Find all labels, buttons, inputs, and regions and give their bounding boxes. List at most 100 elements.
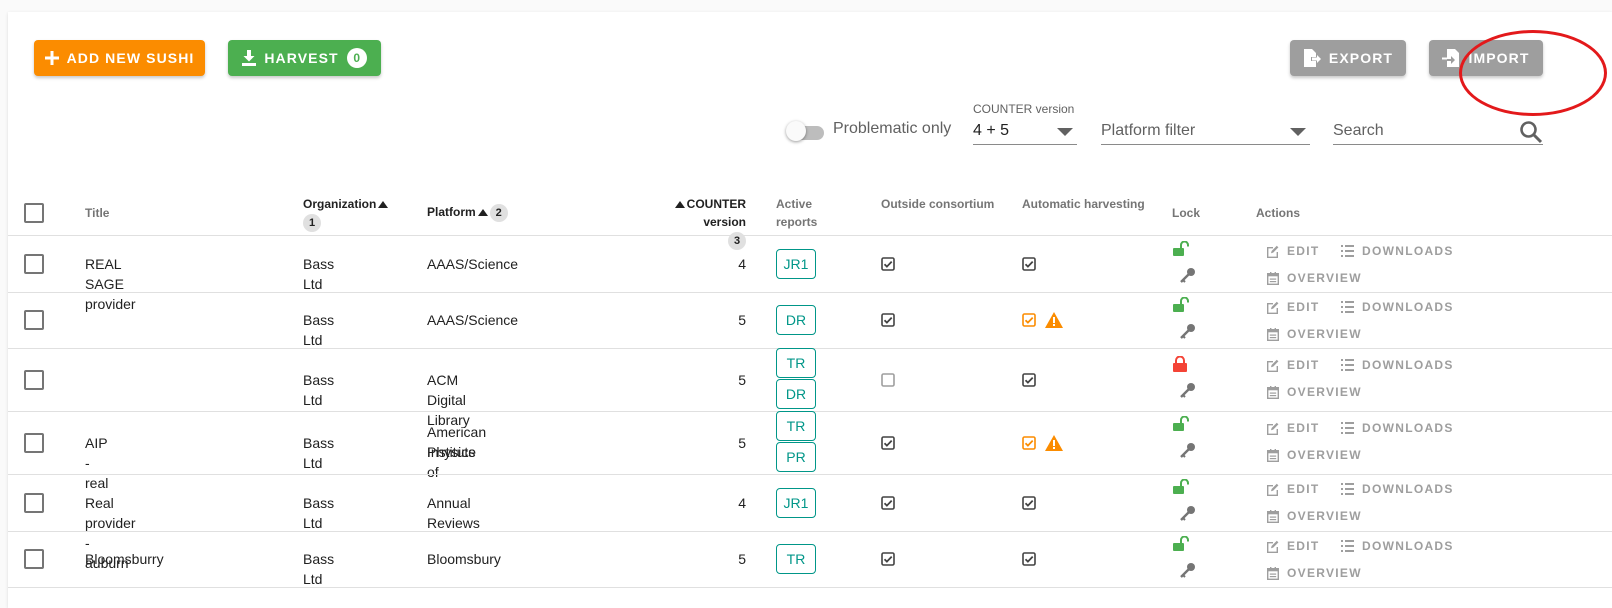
downloads-button[interactable]: Downloads xyxy=(1341,300,1454,314)
list-icon xyxy=(1341,301,1354,313)
sort-order-badge: 1 xyxy=(303,213,321,232)
lock-open-icon[interactable] xyxy=(1173,478,1189,500)
search-input[interactable]: Search xyxy=(1333,102,1543,145)
platform-filter-select[interactable]: Platform filter xyxy=(1101,102,1310,145)
row-checkbox[interactable] xyxy=(24,493,44,513)
downloads-button[interactable]: Downloads xyxy=(1341,421,1454,435)
edit-label: Edit xyxy=(1287,244,1320,258)
downloads-button[interactable]: Downloads xyxy=(1341,539,1454,553)
downloads-button[interactable]: Downloads xyxy=(1341,482,1454,496)
lock-open-icon[interactable] xyxy=(1173,415,1189,437)
lock-open-icon[interactable] xyxy=(1173,535,1189,557)
edit-button[interactable]: Edit xyxy=(1266,358,1320,372)
edit-icon xyxy=(1266,422,1279,435)
overview-button[interactable]: Overview xyxy=(1267,509,1362,523)
problematic-only-label: Problematic only xyxy=(833,120,952,137)
downloads-button[interactable]: Downloads xyxy=(1341,358,1454,372)
overview-button[interactable]: Overview xyxy=(1267,327,1362,341)
add-new-sushi-button[interactable]: Add new SUSHI xyxy=(34,40,205,76)
lock-open-icon[interactable] xyxy=(1173,296,1189,318)
header-active-line2: reports xyxy=(776,215,818,229)
list-icon xyxy=(1341,540,1354,552)
row-platform: ACM Digital Library xyxy=(427,372,470,428)
header-counter-version[interactable]: COUNTER version 3 xyxy=(636,195,746,250)
downloads-label: Downloads xyxy=(1362,482,1454,496)
edit-label: Edit xyxy=(1287,358,1320,372)
edit-button[interactable]: Edit xyxy=(1266,482,1320,496)
row-counter-version: 5 xyxy=(738,435,746,451)
header-automatic-harvesting[interactable]: Automatic harvesting xyxy=(1022,195,1145,213)
header-title[interactable]: Title xyxy=(85,204,109,222)
edit-label: Edit xyxy=(1287,482,1320,496)
overview-label: Overview xyxy=(1287,385,1362,399)
overview-label: Overview xyxy=(1287,509,1362,523)
header-outside-consortium[interactable]: Outside consortium xyxy=(881,195,994,213)
chevron-down-icon xyxy=(1290,128,1306,136)
row-platform: AAAS/Science xyxy=(427,312,519,328)
overview-button[interactable]: Overview xyxy=(1267,271,1362,285)
counter-version-select[interactable]: COUNTER version 4 + 5 xyxy=(973,102,1077,145)
header-organization[interactable]: Organization 1 xyxy=(303,195,390,232)
edit-button[interactable]: Edit xyxy=(1266,421,1320,435)
row-divider xyxy=(8,531,1612,532)
row-checkbox[interactable] xyxy=(24,310,44,330)
header-actions: Actions xyxy=(1256,206,1301,220)
edit-button[interactable]: Edit xyxy=(1266,300,1320,314)
automatic-harvesting-checked-icon xyxy=(1022,313,1036,327)
select-all-checkbox[interactable] xyxy=(24,203,44,223)
downloads-label: Downloads xyxy=(1362,421,1454,435)
automatic-harvesting-checked-icon xyxy=(1022,257,1036,271)
platform-filter-placeholder: Platform filter xyxy=(1101,122,1196,139)
row-checkbox[interactable] xyxy=(24,254,44,274)
outside-consortium-unchecked-icon xyxy=(881,373,895,387)
downloads-button[interactable]: Downloads xyxy=(1341,244,1454,258)
row-organization: Bass Ltd xyxy=(303,312,335,348)
key-icon[interactable] xyxy=(1180,562,1196,583)
row-divider xyxy=(8,292,1612,293)
key-icon[interactable] xyxy=(1180,382,1196,403)
row-platform: AAAS/Science xyxy=(427,256,519,272)
edit-label: Edit xyxy=(1287,300,1320,314)
problematic-only-toggle[interactable] xyxy=(786,121,826,141)
row-checkbox[interactable] xyxy=(24,433,44,453)
report-chip-dr: DR xyxy=(776,379,816,409)
row-counter-version: 5 xyxy=(738,372,746,388)
overview-button[interactable]: Overview xyxy=(1267,448,1362,462)
download-icon xyxy=(242,50,257,66)
lock-open-icon[interactable] xyxy=(1173,240,1189,262)
import-button[interactable]: Import xyxy=(1429,40,1543,76)
edit-icon xyxy=(1266,540,1279,553)
header-active-line1: Active xyxy=(776,197,813,211)
counter-version-value: 4 + 5 xyxy=(973,122,1010,139)
report-chip-jr1: JR1 xyxy=(776,488,816,518)
edit-button[interactable]: Edit xyxy=(1266,539,1320,553)
header-lock: Lock xyxy=(1172,206,1201,220)
row-organization: Bass Ltd xyxy=(303,256,335,292)
header-platform[interactable]: Platform 2 xyxy=(427,203,508,222)
row-title: REAL SAGE provider xyxy=(85,256,136,312)
edit-button[interactable]: Edit xyxy=(1266,244,1320,258)
overview-button[interactable]: Overview xyxy=(1267,566,1362,580)
row-organization: Bass Ltd xyxy=(303,372,335,408)
export-button[interactable]: Export xyxy=(1290,40,1406,76)
header-counter-label: COUNTER version xyxy=(686,197,746,229)
calendar-icon xyxy=(1267,448,1279,462)
automatic-harvesting-checked-icon xyxy=(1022,373,1036,387)
key-icon[interactable] xyxy=(1180,267,1196,288)
header-active-reports: Active reports xyxy=(776,195,817,231)
row-checkbox[interactable] xyxy=(24,549,44,569)
key-icon[interactable] xyxy=(1180,442,1196,463)
row-counter-version: 4 xyxy=(738,495,746,511)
sort-ascending-icon xyxy=(477,209,488,217)
report-chip-tr: TR xyxy=(776,348,816,378)
row-organization: Bass Ltd xyxy=(303,551,335,587)
row-checkbox[interactable] xyxy=(24,370,44,390)
search-icon[interactable] xyxy=(1519,120,1543,144)
lock-closed-icon[interactable] xyxy=(1173,355,1187,377)
key-icon[interactable] xyxy=(1180,323,1196,344)
row-organization: Bass Ltd xyxy=(303,435,335,471)
overview-button[interactable]: Overview xyxy=(1267,385,1362,399)
outside-consortium-checked-icon xyxy=(881,552,895,566)
harvest-button[interactable]: Harvest 0 xyxy=(228,40,381,76)
key-icon[interactable] xyxy=(1180,505,1196,526)
